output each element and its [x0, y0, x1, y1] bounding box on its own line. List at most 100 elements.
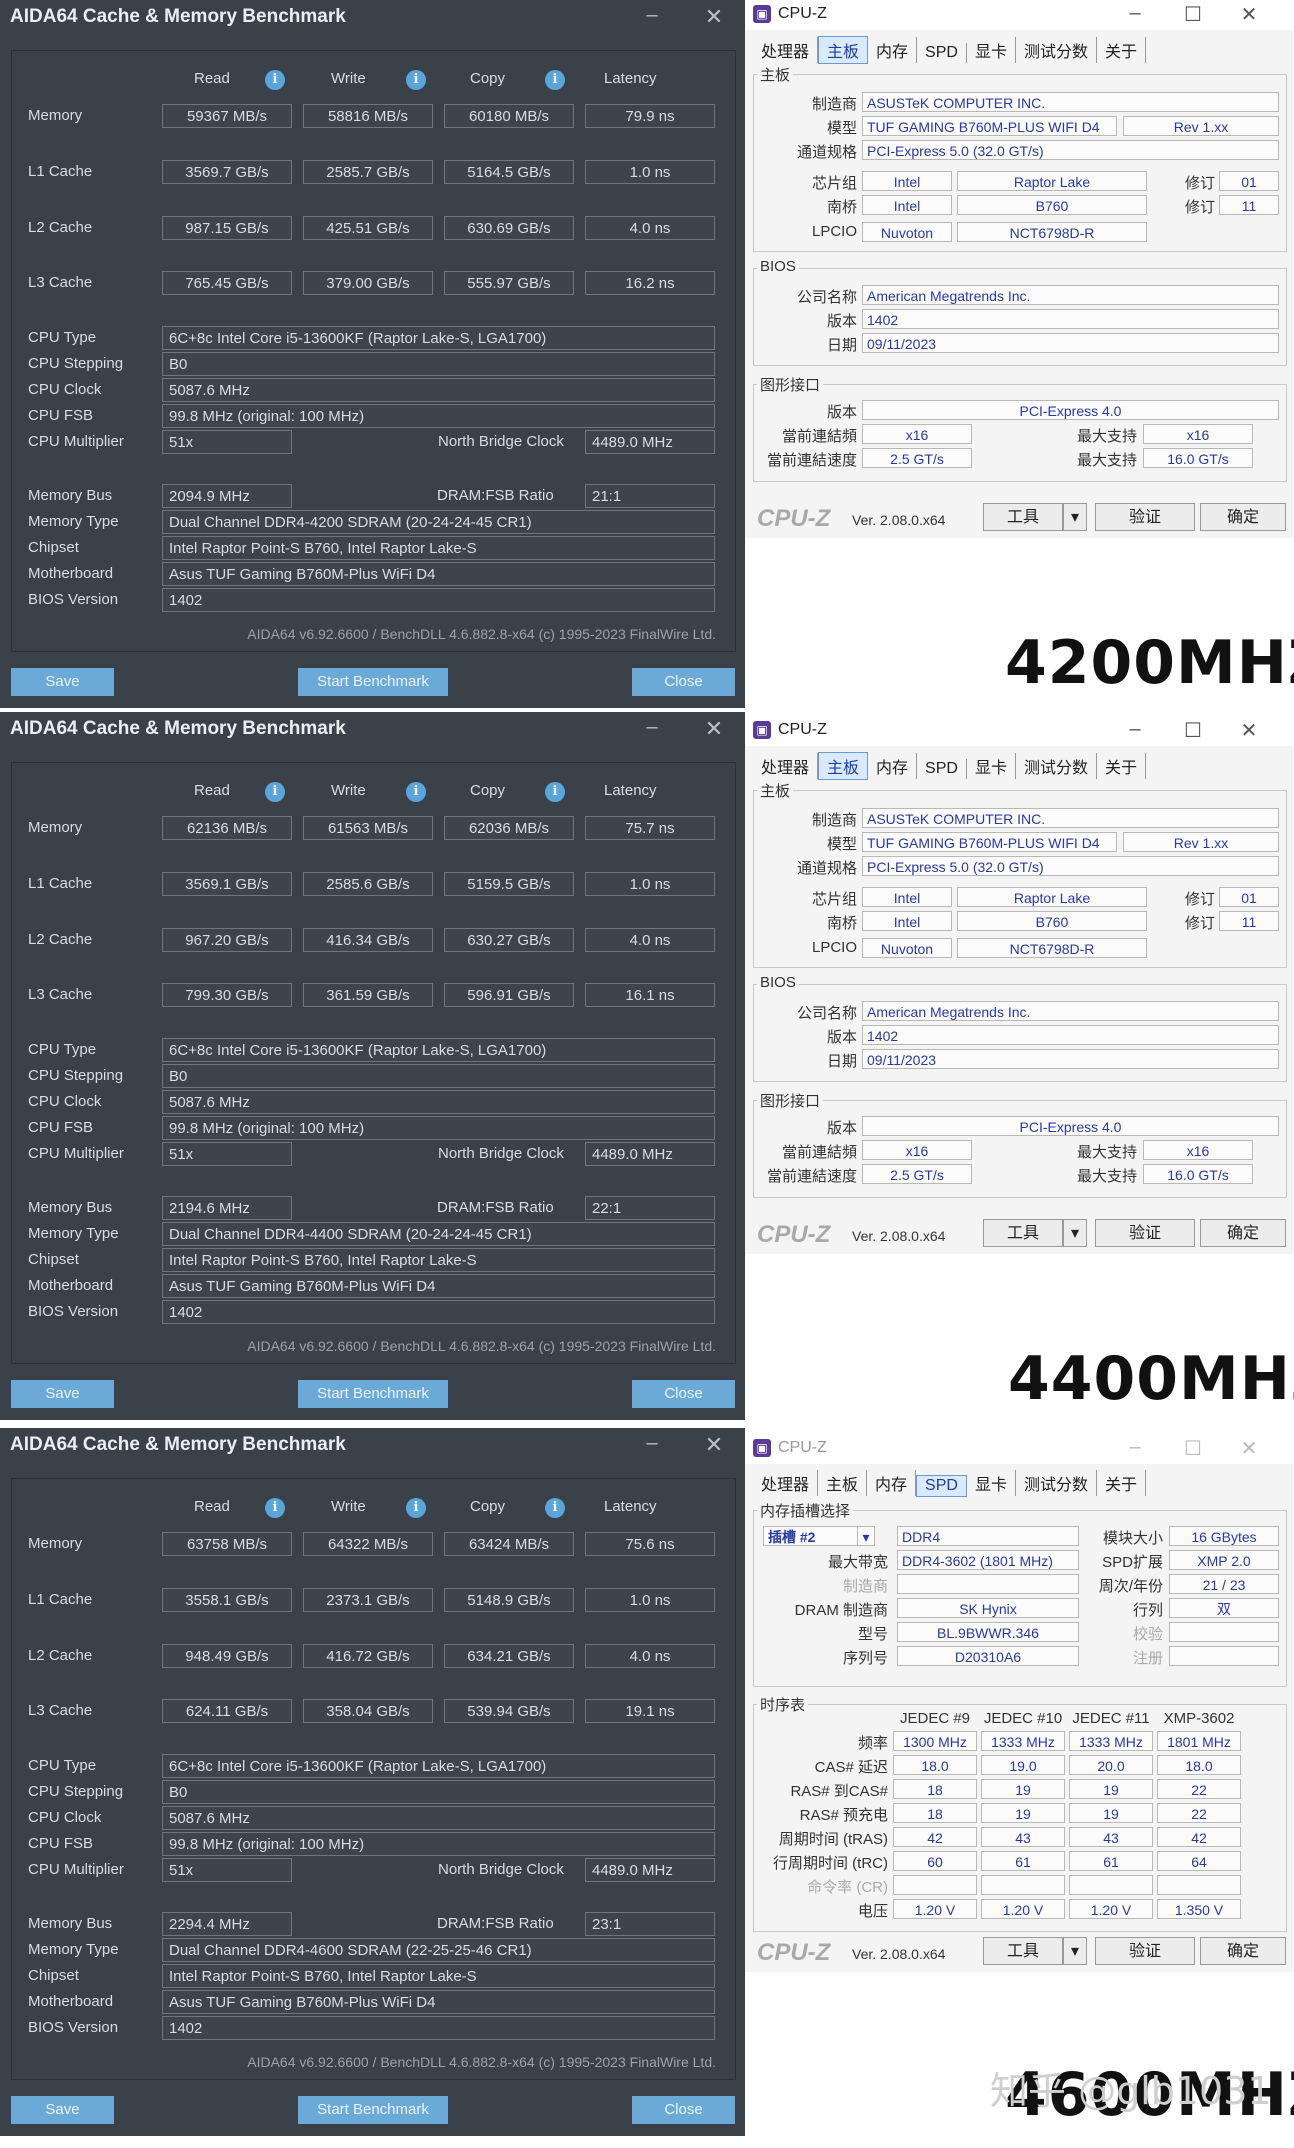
chipset-value: Intel Raptor Point-S B760, Intel Raptor …	[162, 536, 715, 560]
minimize-icon[interactable]: –	[1123, 2, 1147, 25]
tab-item[interactable]: 主板	[818, 752, 869, 780]
field-value: BL.9BWWR.346	[897, 1622, 1079, 1642]
tools-button[interactable]: 工具	[983, 1937, 1063, 1965]
close-icon[interactable]: ✕	[702, 4, 726, 30]
save-button[interactable]: Save	[11, 1380, 114, 1408]
validate-button[interactable]: 验证	[1095, 1937, 1195, 1965]
close-button[interactable]: Close	[632, 2096, 735, 2124]
field-label: 公司名称	[796, 1005, 857, 1022]
close-icon[interactable]: ✕	[1237, 1436, 1261, 1461]
value-latency: 79.9 ns	[585, 104, 715, 128]
field-value: 11	[1219, 195, 1279, 215]
bios-label: BIOS Version	[28, 2019, 119, 2036]
value-write: 416.72 GB/s	[303, 1644, 433, 1668]
close-icon[interactable]: ✕	[702, 1432, 726, 1458]
chipset-value: Intel Raptor Point-S B760, Intel Raptor …	[162, 1964, 715, 1988]
tools-button[interactable]: 工具	[983, 503, 1063, 531]
minimize-icon[interactable]: –	[640, 1432, 664, 1455]
tools-button[interactable]: 工具	[983, 1219, 1063, 1247]
info-icon[interactable]: i	[545, 70, 565, 90]
tab-item[interactable]: 显卡	[967, 1470, 1016, 1496]
tab-item[interactable]: 关于	[1097, 1470, 1146, 1496]
validate-button[interactable]: 验证	[1095, 1219, 1195, 1247]
field-value: Rev 1.xx	[1123, 116, 1279, 136]
tools-dropdown-arrow[interactable]: ▾	[1063, 1219, 1087, 1247]
tab-item[interactable]: 处理器	[753, 37, 819, 63]
timing-column-header: JEDEC #11	[1072, 1710, 1150, 1727]
tab-item[interactable]: 内存	[868, 37, 918, 63]
column-header-write: Write	[331, 1498, 366, 1515]
tab-item[interactable]: 内存	[868, 753, 918, 779]
info-icon[interactable]: i	[265, 1498, 285, 1518]
minimize-icon[interactable]: –	[1123, 1436, 1147, 1459]
field-value: 18.0	[893, 1755, 977, 1775]
ok-button[interactable]: 确定	[1200, 1219, 1286, 1247]
field-value: 16 GBytes	[1169, 1526, 1279, 1546]
tab-item[interactable]: 显卡	[967, 37, 1016, 63]
mem-type-label: Memory Type	[28, 513, 119, 530]
tab-item[interactable]: 显卡	[967, 753, 1016, 779]
tab-item[interactable]: SPD	[916, 1475, 967, 1497]
motherboard-label: Motherboard	[28, 565, 114, 582]
field-value: 61	[1069, 1851, 1153, 1871]
field-value: 22	[1157, 1779, 1241, 1799]
tab-item[interactable]: 测试分数	[1016, 753, 1097, 779]
window-title: AIDA64 Cache & Memory Benchmark	[10, 6, 346, 27]
tools-dropdown-arrow[interactable]: ▾	[1063, 503, 1087, 531]
ok-button[interactable]: 确定	[1200, 503, 1286, 531]
maximize-icon[interactable]: ☐	[1181, 2, 1205, 27]
save-button[interactable]: Save	[11, 668, 114, 696]
field-label: 行列	[1132, 1602, 1163, 1619]
field-value: Intel	[862, 887, 952, 907]
tools-dropdown-arrow[interactable]: ▾	[1063, 1937, 1087, 1965]
info-icon[interactable]: i	[545, 1498, 565, 1518]
maximize-icon[interactable]: ☐	[1181, 718, 1205, 743]
tab-item[interactable]: 测试分数	[1016, 1470, 1097, 1496]
maximize-icon[interactable]: ☐	[1181, 1436, 1205, 1461]
tab-item[interactable]: 测试分数	[1016, 37, 1097, 63]
cpu-clock-label: CPU Clock	[28, 1093, 102, 1110]
tab-item[interactable]: SPD	[917, 43, 967, 63]
field-value: 1402	[862, 309, 1279, 329]
minimize-icon[interactable]: –	[640, 4, 664, 27]
minimize-icon[interactable]: –	[1123, 718, 1147, 741]
cpu-mult-value: 51x	[162, 1858, 292, 1882]
value-read: 3569.7 GB/s	[162, 160, 292, 184]
tab-item[interactable]: 关于	[1097, 37, 1146, 63]
cpuz-titlebar: ▣ CPU-Z – ☐ ✕	[745, 0, 1293, 30]
close-button[interactable]: Close	[632, 1380, 735, 1408]
start-benchmark-button[interactable]: Start Benchmark	[298, 1380, 448, 1408]
chevron-down-icon[interactable]: ▾	[857, 1526, 875, 1546]
save-button[interactable]: Save	[11, 2096, 114, 2124]
info-icon[interactable]: i	[265, 782, 285, 802]
info-icon[interactable]: i	[265, 70, 285, 90]
info-icon[interactable]: i	[406, 782, 426, 802]
tab-item[interactable]: SPD	[917, 759, 967, 779]
validate-button[interactable]: 验证	[1095, 503, 1195, 531]
tab-item[interactable]: 处理器	[753, 1470, 819, 1496]
tab-item[interactable]: 主板	[818, 36, 869, 64]
cpu-fsb-value: 99.8 MHz (original: 100 MHz)	[162, 1116, 715, 1140]
tab-item[interactable]: 关于	[1097, 753, 1146, 779]
tab-item[interactable]: 内存	[867, 1470, 917, 1496]
info-icon[interactable]: i	[406, 70, 426, 90]
start-benchmark-button[interactable]: Start Benchmark	[298, 2096, 448, 2124]
field-label: 型号	[857, 1626, 888, 1643]
info-icon[interactable]: i	[545, 782, 565, 802]
minimize-icon[interactable]: –	[640, 716, 664, 739]
cpuz-logo: CPU-Z	[757, 505, 831, 532]
tab-item[interactable]: 处理器	[753, 753, 819, 779]
info-icon[interactable]: i	[406, 1498, 426, 1518]
field-label: 當前連結頻	[781, 428, 857, 445]
close-button[interactable]: Close	[632, 668, 735, 696]
ok-button[interactable]: 确定	[1200, 1937, 1286, 1965]
close-icon[interactable]: ✕	[1237, 2, 1261, 27]
version-footer: AIDA64 v6.92.6600 / BenchDLL 4.6.882.8-x…	[247, 2054, 716, 2070]
start-benchmark-button[interactable]: Start Benchmark	[298, 668, 448, 696]
tab-item[interactable]: 主板	[818, 1470, 868, 1496]
close-icon[interactable]: ✕	[1237, 718, 1261, 743]
field-value: Intel	[862, 195, 952, 215]
close-icon[interactable]: ✕	[702, 716, 726, 742]
chipset-label: Chipset	[28, 1251, 79, 1268]
group-title: 时序表	[757, 1694, 809, 1715]
